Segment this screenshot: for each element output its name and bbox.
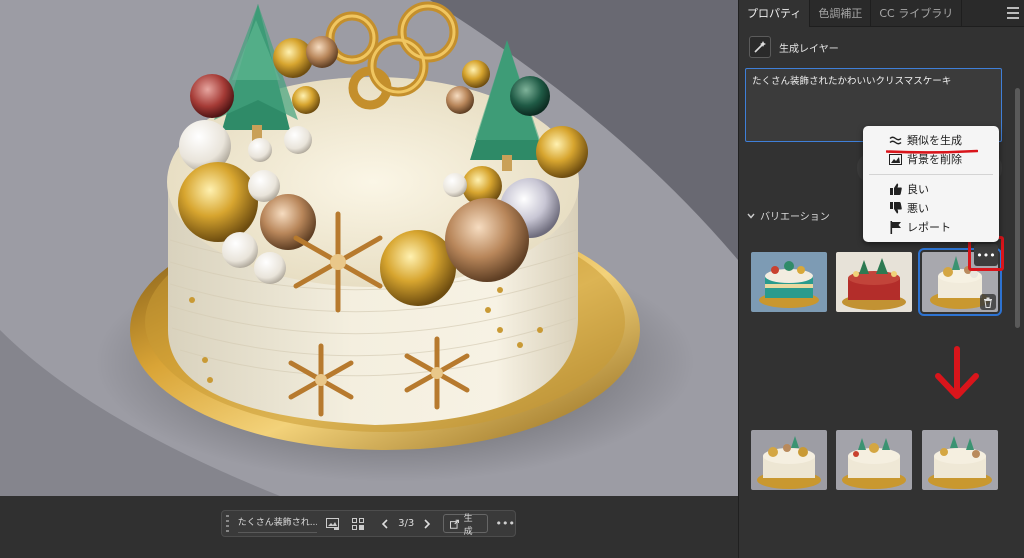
thumbs-down-icon	[889, 202, 902, 215]
previous-variation-button[interactable]	[375, 514, 394, 534]
approx-icon	[889, 134, 902, 147]
taskbar-prompt-field[interactable]: たくさん装飾され...	[237, 514, 318, 533]
variation-context-menu: 類似を生成 背景を削除 良い 悪い レポート	[863, 126, 999, 242]
more-options-icon[interactable]: •••	[496, 514, 515, 534]
next-variation-button[interactable]	[418, 514, 437, 534]
menu-item-label: 類似を生成	[907, 134, 962, 147]
drag-handle-icon[interactable]	[226, 514, 232, 533]
menu-item-good[interactable]: 良い	[889, 181, 929, 197]
annotation-down-arrow-icon	[935, 346, 979, 399]
variation-thumbnail-2[interactable]	[836, 252, 912, 312]
variation-thumbnail-5[interactable]	[836, 430, 912, 490]
tab-adjustments[interactable]: 色調補正	[810, 0, 872, 27]
thumbs-up-icon	[889, 183, 902, 196]
selection-icon[interactable]	[348, 514, 367, 534]
contextual-task-bar: たくさん装飾され... 3/3 生成 •••	[221, 510, 516, 537]
tab-properties[interactable]: プロパティ	[739, 0, 811, 27]
variation-thumbnail-4[interactable]	[751, 430, 827, 490]
generate-button[interactable]: 生成	[443, 514, 488, 537]
annotation-underline	[886, 149, 978, 154]
document-canvas[interactable]	[0, 0, 738, 496]
remove-background-icon	[889, 153, 902, 166]
trash-icon[interactable]	[980, 294, 996, 310]
generate-label: 生成	[463, 513, 473, 537]
menu-item-label: レポート	[907, 221, 951, 234]
menu-divider	[869, 174, 993, 175]
panel-scrollbar[interactable]	[1015, 88, 1020, 328]
menu-item-label: 悪い	[907, 202, 929, 215]
variation-thumbnail-1[interactable]	[751, 252, 827, 312]
chevron-down-icon	[747, 213, 755, 219]
menu-item-report[interactable]: レポート	[889, 219, 951, 235]
cake-image	[0, 0, 738, 496]
properties-panel: プロパティ 色調補正 CC ライブラリ 生成レイヤー たくさん装飾されたかわいい…	[738, 0, 1024, 558]
panel-tabs: プロパティ 色調補正 CC ライブラリ	[739, 0, 1024, 27]
variation-counter: 3/3	[398, 518, 415, 529]
panel-menu-icon[interactable]	[1007, 7, 1019, 19]
menu-item-generate-similar[interactable]: 類似を生成	[889, 132, 962, 148]
flag-icon	[889, 220, 902, 234]
layer-header: 生成レイヤー	[749, 35, 839, 59]
menu-item-label: 良い	[907, 183, 929, 196]
image-options-icon[interactable]	[323, 514, 342, 534]
variations-label: バリエーション	[760, 212, 830, 223]
tab-cc-libraries[interactable]: CC ライブラリ	[871, 0, 963, 27]
menu-item-bad[interactable]: 悪い	[889, 200, 929, 216]
layer-title: 生成レイヤー	[779, 43, 839, 55]
variations-section-header[interactable]: バリエーション	[747, 208, 830, 223]
generate-icon	[450, 519, 460, 529]
generative-layer-icon	[749, 36, 771, 58]
photoshop-window: たくさん装飾され... 3/3 生成 ••• プロパティ 色調補正 CC ライブ…	[0, 0, 1024, 558]
variation-thumbnail-6[interactable]	[922, 430, 998, 490]
